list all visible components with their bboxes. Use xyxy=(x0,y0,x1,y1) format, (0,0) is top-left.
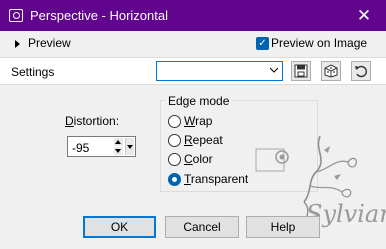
reset-button[interactable] xyxy=(351,61,371,81)
spin-down-icon[interactable] xyxy=(114,147,123,155)
slider-dropdown-icon[interactable] xyxy=(125,138,134,155)
radio-repeat-label[interactable]: Repeat xyxy=(184,133,223,147)
help-button[interactable]: Help xyxy=(246,216,320,238)
random-dice-icon xyxy=(324,64,338,78)
window-title: Perspective - Horizontal xyxy=(30,8,168,23)
cancel-button[interactable]: Cancel xyxy=(165,216,239,238)
reset-icon xyxy=(355,65,367,78)
preview-on-image-label[interactable]: Preview on Image xyxy=(271,36,367,50)
edge-mode-legend: Edge mode xyxy=(165,94,233,108)
spin-up-icon[interactable] xyxy=(114,138,123,146)
radio-color-label[interactable]: Color xyxy=(184,152,213,166)
preview-toggle-label[interactable]: Preview xyxy=(28,36,71,50)
perspective-app-icon xyxy=(9,9,23,22)
randomize-button[interactable] xyxy=(321,61,341,81)
chevron-down-icon[interactable] xyxy=(270,66,278,74)
save-preset-button[interactable] xyxy=(291,61,311,81)
radio-transparent-label[interactable]: Transparent xyxy=(184,172,248,186)
preview-on-image-checkbox[interactable]: ✓ xyxy=(256,37,269,50)
radio-wrap[interactable] xyxy=(168,115,181,128)
radio-repeat[interactable] xyxy=(168,134,181,147)
distortion-value: -95 xyxy=(72,141,90,155)
save-preset-icon xyxy=(294,64,308,78)
close-icon[interactable]: ✕ xyxy=(350,6,378,26)
radio-wrap-label[interactable]: Wrap xyxy=(184,114,212,128)
ok-button[interactable]: OK xyxy=(83,216,156,238)
radio-color[interactable] xyxy=(168,153,181,166)
preset-combobox[interactable] xyxy=(156,61,283,81)
distortion-label: Distortion: xyxy=(65,114,120,128)
settings-label: Settings xyxy=(11,65,55,79)
expand-triangle-icon[interactable] xyxy=(15,40,20,48)
title-bar: Perspective - Horizontal ✕ xyxy=(0,0,386,31)
radio-transparent[interactable] xyxy=(168,173,181,186)
